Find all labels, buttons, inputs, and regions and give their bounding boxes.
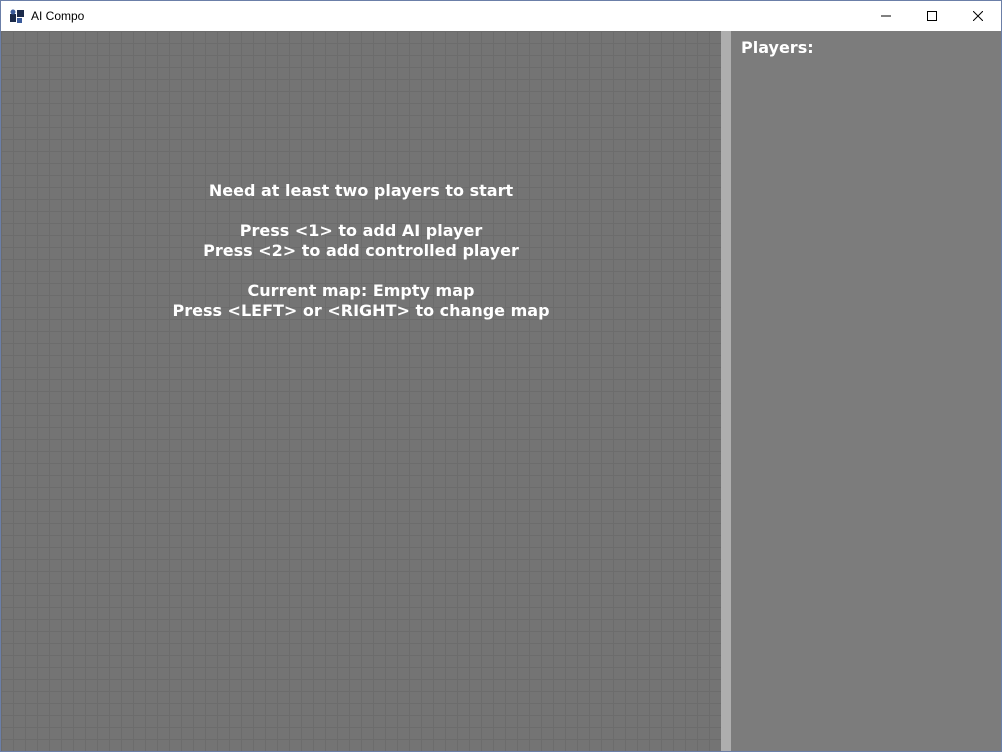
maximize-button[interactable] xyxy=(909,1,955,31)
status-messages: Need at least two players to start Press… xyxy=(1,181,721,321)
message-spacer xyxy=(1,201,721,221)
title-bar[interactable]: AI Compo xyxy=(1,1,1001,31)
message-line: Press <2> to add controlled player xyxy=(203,241,519,260)
message-line: Press <LEFT> or <RIGHT> to change map xyxy=(172,301,550,320)
app-logo-icon xyxy=(9,8,25,24)
maximize-icon xyxy=(927,11,937,21)
players-panel: Players: xyxy=(731,31,1001,751)
close-icon xyxy=(973,11,983,21)
message-line: Current map: Empty map xyxy=(247,281,475,300)
message-spacer xyxy=(1,261,721,281)
players-heading: Players: xyxy=(741,38,814,57)
minimize-button[interactable] xyxy=(863,1,909,31)
panel-divider xyxy=(721,31,731,751)
app-window: AI Compo Need at least two players to st… xyxy=(0,0,1002,752)
close-button[interactable] xyxy=(955,1,1001,31)
message-line: Press <1> to add AI player xyxy=(239,221,483,240)
game-board[interactable]: Need at least two players to start Press… xyxy=(1,31,721,751)
message-line: Need at least two players to start xyxy=(208,181,514,200)
window-title: AI Compo xyxy=(31,9,85,23)
minimize-icon xyxy=(881,15,891,17)
